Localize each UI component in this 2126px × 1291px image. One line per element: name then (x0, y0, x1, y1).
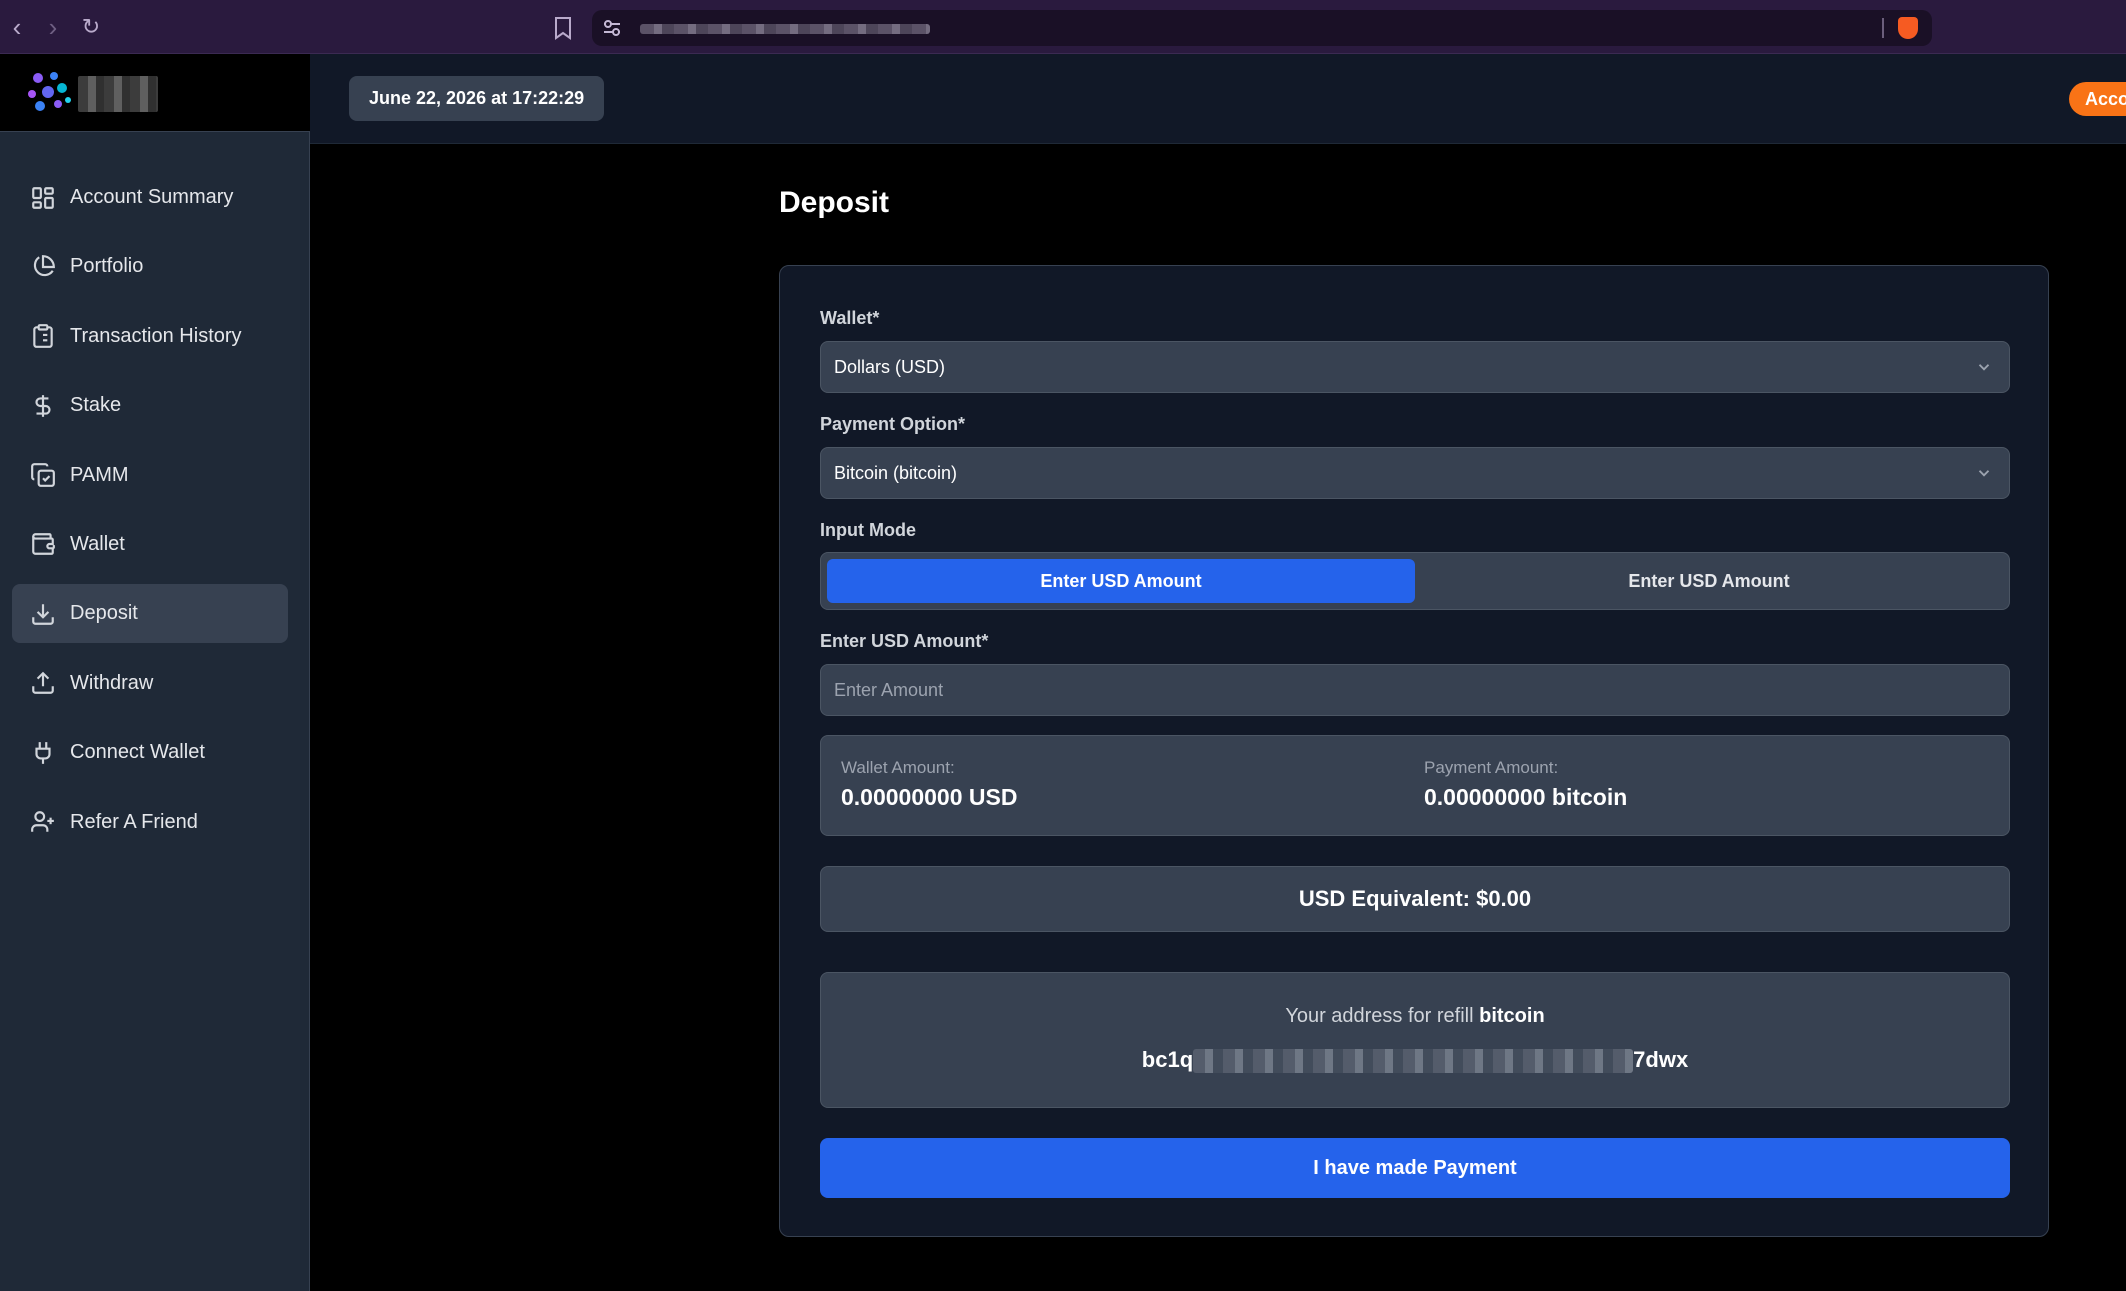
amount-summary: Wallet Amount: 0.00000000 USD Payment Am… (820, 735, 2010, 836)
sidebar-item-label: Withdraw (70, 671, 154, 694)
page-title: Deposit (779, 186, 890, 219)
made-payment-button[interactable]: I have made Payment (820, 1138, 2010, 1198)
payment-option-value: Bitcoin (bitcoin) (834, 463, 958, 483)
sidebar-item-deposit[interactable]: Deposit (12, 584, 288, 644)
copy-check-icon (31, 463, 55, 487)
refill-address-label: Your address for refill bitcoin (821, 1005, 2009, 1028)
brand-name-redacted (78, 76, 158, 112)
bookmark-icon[interactable] (553, 16, 573, 40)
sidebar: Account Summary Portfolio Transaction Hi… (0, 54, 310, 1291)
logo-area (0, 54, 310, 132)
usd-equivalent: USD Equivalent: $0.00 (820, 866, 2010, 932)
sidebar-item-portfolio[interactable]: Portfolio (12, 237, 288, 296)
refill-address-currency: bitcoin (1479, 1005, 1545, 1027)
url-divider (1882, 18, 1884, 38)
pie-chart-icon (33, 254, 55, 277)
account-button[interactable]: Accou (2069, 82, 2126, 116)
wallet-amount-value: 0.00000000 USD (841, 784, 1018, 810)
address-redacted (1193, 1049, 1634, 1074)
sidebar-item-label: Connect Wallet (70, 741, 205, 764)
deposit-form-card: Wallet* Dollars (USD) Payment Option* Bi… (779, 265, 2049, 1237)
amount-input[interactable] (820, 664, 2010, 716)
chevron-down-icon (1978, 364, 1990, 371)
wallet-icon (32, 533, 55, 556)
forward-icon[interactable]: › (40, 14, 66, 40)
sidebar-item-refer-a-friend[interactable]: Refer A Friend (12, 793, 288, 852)
sidebar-item-label: Refer A Friend (70, 810, 198, 833)
sidebar-item-label: PAMM (70, 463, 129, 486)
sidebar-item-wallet[interactable]: Wallet (12, 515, 288, 574)
brave-shield-icon[interactable] (1898, 17, 1918, 39)
address-start: bc1q (1141, 1047, 1194, 1072)
wallet-select[interactable]: Dollars (USD) (820, 341, 2010, 393)
sidebar-item-stake[interactable]: Stake (12, 376, 288, 435)
datetime-badge: June 22, 2026 at 17:22:29 (349, 76, 605, 121)
wallet-select-value: Dollars (USD) (834, 357, 946, 377)
top-header: June 22, 2026 at 17:22:29 Accou (310, 54, 2126, 144)
input-mode-toggle: Enter USD Amount Enter USD Amount (820, 552, 2010, 610)
address-end: 7dwx (1633, 1047, 1689, 1072)
url-text-redacted (640, 24, 930, 34)
download-icon (32, 604, 54, 625)
sidebar-item-label: Account Summary (70, 186, 234, 208)
wallet-amount-label: Wallet Amount: (841, 758, 955, 777)
refill-address-box: Your address for refill bitcoin bc1q 7dwx (820, 972, 2010, 1108)
payment-amount-label: Payment Amount: (1424, 758, 1559, 777)
site-settings-icon[interactable] (602, 19, 622, 37)
plug-icon (35, 741, 51, 764)
sidebar-item-transaction-history[interactable]: Transaction History (12, 307, 288, 366)
clipboard-list-icon (33, 324, 53, 349)
payment-option-label: Payment Option* (820, 414, 966, 434)
browser-toolbar: ‹ › ↻ (0, 0, 2126, 54)
reload-icon[interactable]: ↻ (78, 14, 104, 40)
sidebar-item-label: Wallet (70, 532, 125, 555)
sidebar-item-label: Deposit (70, 602, 138, 625)
amount-label: Enter USD Amount* (820, 631, 989, 651)
wallet-label: Wallet* (820, 308, 880, 328)
sidebar-item-connect-wallet[interactable]: Connect Wallet (12, 723, 288, 782)
wallet-amount-block: Wallet Amount: 0.00000000 USD (841, 758, 1017, 811)
dollar-icon (35, 394, 51, 417)
mode-usd-amount-button[interactable]: Enter USD Amount (827, 559, 1415, 603)
refill-address-prefix: Your address for refill (1285, 1005, 1474, 1027)
sidebar-nav: Account Summary Portfolio Transaction Hi… (12, 168, 288, 862)
sidebar-item-account-summary[interactable]: Account Summary (12, 168, 288, 227)
input-mode-label: Input Mode (820, 520, 916, 540)
user-plus-icon (31, 811, 54, 832)
back-icon[interactable]: ‹ (4, 14, 30, 40)
sidebar-item-label: Stake (70, 394, 122, 417)
chevron-down-icon (1978, 470, 1990, 477)
sidebar-item-label: Transaction History (70, 324, 242, 347)
upload-icon (32, 671, 54, 695)
sidebar-item-label: Portfolio (70, 255, 144, 278)
sidebar-item-pamm[interactable]: PAMM (12, 446, 288, 505)
sidebar-item-withdraw[interactable]: Withdraw (12, 654, 288, 713)
brand-logo-icon[interactable] (24, 68, 72, 116)
payment-amount-block: Payment Amount: 0.00000000 bitcoin (1424, 758, 1627, 811)
refill-address-value[interactable]: bc1q 7dwx (821, 1047, 2009, 1074)
payment-option-select[interactable]: Bitcoin (bitcoin) (820, 447, 2010, 499)
payment-amount-value: 0.00000000 bitcoin (1424, 784, 1628, 810)
address-bar[interactable] (592, 10, 1932, 46)
dashboard-grid-icon (32, 186, 54, 209)
mode-alt-amount-button[interactable]: Enter USD Amount (1415, 559, 2003, 603)
